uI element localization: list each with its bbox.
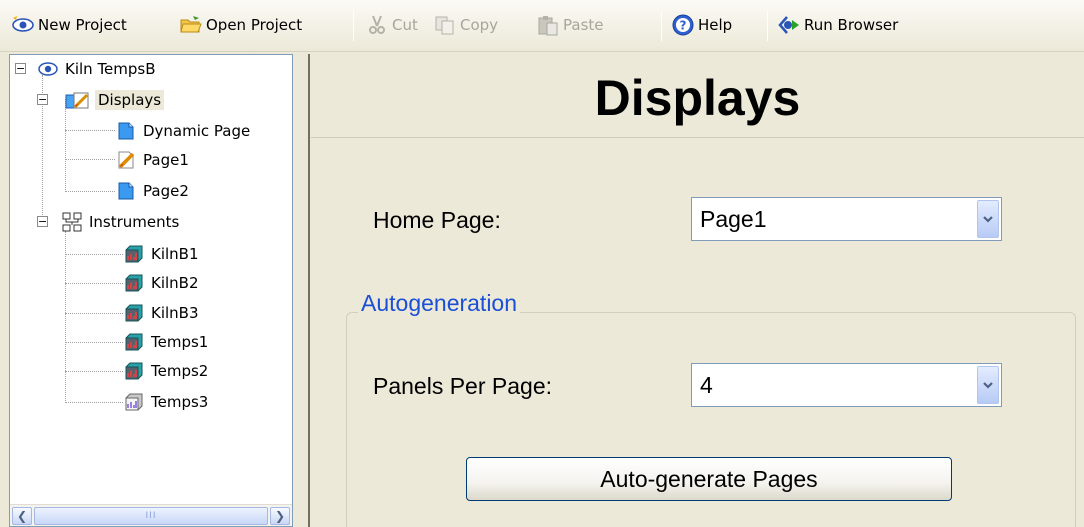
autogeneration-legend: Autogeneration xyxy=(358,290,521,317)
edit-page-icon xyxy=(116,150,136,170)
chevron-down-icon xyxy=(983,216,993,223)
project-tree[interactable]: − Kiln TempsB − Displays Dynamic Page Pa… xyxy=(9,54,293,527)
page-icon xyxy=(116,121,136,141)
page-icon xyxy=(116,181,136,201)
collapse-displays-toggle[interactable]: − xyxy=(37,94,48,105)
tree-item-label: Kiln TempsB xyxy=(65,60,156,78)
tree-item-instrument[interactable]: KilnB3 xyxy=(124,299,202,327)
svg-text:?: ? xyxy=(680,19,687,33)
tree-item-page[interactable]: Page2 xyxy=(116,177,192,205)
paste-button[interactable]: Paste xyxy=(537,12,604,38)
tree-connector xyxy=(65,371,123,372)
displays-settings-pane: Displays Home Page: Page1 Autogeneration… xyxy=(311,54,1084,527)
tree-item-label: Dynamic Page xyxy=(143,122,251,140)
scroll-thumb[interactable]: III xyxy=(34,507,268,525)
tree-item-label: Temps1 xyxy=(151,333,209,351)
tree-item-label: Instruments xyxy=(89,213,180,231)
help-button[interactable]: ? Help xyxy=(672,12,732,38)
home-page-value: Page1 xyxy=(700,206,767,232)
tree-connector xyxy=(65,254,123,255)
new-project-icon xyxy=(12,14,34,36)
instrument-gray-icon xyxy=(124,392,144,412)
panels-per-page-value: 4 xyxy=(700,372,713,398)
paste-label: Paste xyxy=(563,16,604,34)
panels-per-page-label: Panels Per Page: xyxy=(373,373,553,399)
tree-item-project[interactable]: Kiln TempsB xyxy=(38,55,159,83)
chevron-left-icon: ❮ xyxy=(16,509,28,523)
scroll-right-button[interactable]: ❯ xyxy=(270,507,290,525)
tree-item-label: Page1 xyxy=(143,151,189,169)
new-project-label: New Project xyxy=(38,16,127,34)
project-eye-icon xyxy=(38,59,58,79)
toolbar-separator xyxy=(767,11,768,41)
displays-folder-icon xyxy=(65,90,91,110)
tree-connector xyxy=(65,191,115,192)
tree-item-page[interactable]: Dynamic Page xyxy=(116,117,253,145)
tree-connector xyxy=(65,283,123,284)
run-browser-icon xyxy=(778,14,800,36)
run-browser-button[interactable]: Run Browser xyxy=(778,12,898,38)
copy-label: Copy xyxy=(460,16,499,34)
toolbar-separator xyxy=(353,11,354,41)
copy-button[interactable]: Copy xyxy=(434,12,498,38)
tree-item-label: KilnB1 xyxy=(151,245,199,263)
open-folder-icon xyxy=(180,14,202,36)
network-icon xyxy=(62,212,82,232)
pane-splitter-edge xyxy=(308,54,310,527)
instrument-icon xyxy=(124,244,144,264)
scissors-icon xyxy=(366,14,388,36)
instrument-icon xyxy=(124,303,144,323)
tree-item-label: Temps2 xyxy=(151,362,209,380)
instrument-icon xyxy=(124,273,144,293)
tree-item-page[interactable]: Page1 xyxy=(116,146,192,174)
tree-connector xyxy=(65,313,123,314)
tree-item-instrument[interactable]: Temps1 xyxy=(124,328,211,356)
collapse-instruments-toggle[interactable]: − xyxy=(37,216,48,227)
tree-item-instrument[interactable]: KilnB1 xyxy=(124,240,202,268)
tree-item-instruments[interactable]: Instruments xyxy=(62,208,182,236)
tree-connector xyxy=(65,130,115,131)
run-browser-label: Run Browser xyxy=(804,16,899,34)
tree-item-instrument[interactable]: Temps2 xyxy=(124,357,211,385)
tree-item-instrument[interactable]: Temps3 xyxy=(124,388,211,416)
auto-generate-pages-button[interactable]: Auto-generate Pages xyxy=(466,457,952,501)
home-page-select[interactable]: Page1 xyxy=(691,197,1002,241)
collapse-root-toggle[interactable]: − xyxy=(15,63,26,74)
help-icon: ? xyxy=(672,14,694,36)
tree-item-label: Displays xyxy=(95,90,165,110)
open-project-label: Open Project xyxy=(206,16,303,34)
scroll-left-button[interactable]: ❮ xyxy=(12,507,32,525)
cut-button[interactable]: Cut xyxy=(366,12,418,38)
open-project-button[interactable]: Open Project xyxy=(180,12,302,38)
tree-item-label: Temps3 xyxy=(151,393,209,411)
tree-item-instrument[interactable]: KilnB2 xyxy=(124,269,202,297)
chevron-down-icon xyxy=(983,382,993,389)
home-page-dropdown-button[interactable] xyxy=(977,200,999,238)
tree-connector xyxy=(65,342,123,343)
page-title: Displays xyxy=(311,54,1084,138)
tree-item-label: KilnB2 xyxy=(151,274,199,292)
tree-item-label: KilnB3 xyxy=(151,304,199,322)
toolbar-separator xyxy=(661,11,662,41)
tree-item-displays[interactable]: Displays xyxy=(65,86,165,114)
tree-item-label: Page2 xyxy=(143,182,189,200)
chevron-right-icon: ❯ xyxy=(274,509,286,523)
instrument-icon xyxy=(124,332,144,352)
panels-per-page-select[interactable]: 4 xyxy=(691,363,1002,407)
help-label: Help xyxy=(698,16,733,34)
cut-label: Cut xyxy=(392,16,418,34)
home-page-label: Home Page: xyxy=(373,207,501,233)
copy-icon xyxy=(434,14,456,36)
tree-connector xyxy=(65,231,66,403)
paste-icon xyxy=(537,14,559,36)
new-project-button[interactable]: New Project xyxy=(12,12,127,38)
tree-horizontal-scrollbar[interactable]: ❮ III ❯ xyxy=(10,504,292,526)
panels-per-page-dropdown-button[interactable] xyxy=(977,366,999,404)
tree-connector xyxy=(65,159,115,160)
main-toolbar: New Project Open Project Cut Copy Paste … xyxy=(0,0,1084,52)
instrument-icon xyxy=(124,361,144,381)
tree-connector xyxy=(65,402,123,403)
